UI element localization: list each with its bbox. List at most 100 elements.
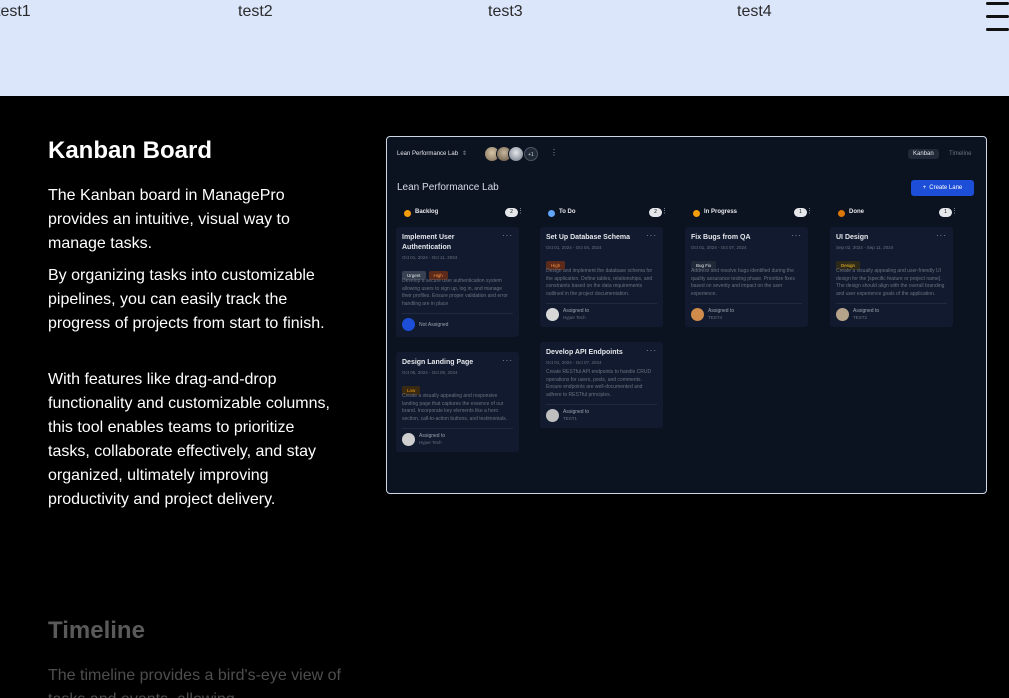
create-lane-button[interactable]: + Create Lane <box>911 180 974 196</box>
task-description: Create a visually appealing and user-fri… <box>836 268 945 297</box>
timeline-paragraph: The timeline provides a bird's-eye view … <box>48 667 341 698</box>
top-nav: test1 test2 test3 test4 <box>0 0 1009 96</box>
task-description: Design and implement the database schema… <box>546 268 653 297</box>
task-date-range: Oct 01, 2024 - Oct 07, 2024 <box>546 360 602 365</box>
assignee-label: Not Assigned <box>419 322 449 328</box>
assignee-name: Hyper Tech <box>419 440 442 445</box>
task-tags: Low <box>402 379 513 395</box>
lane-done: Done 1 ⋮ UI Design ··· Sep 02, 2024 - Sep 11,… <box>830 205 970 487</box>
assignee-name: TEST2 <box>853 315 868 320</box>
task-title: Set Up Database Schema <box>546 234 631 241</box>
tab-kanban[interactable]: Kanban <box>908 149 939 159</box>
project-selector-label: Lean Performance Lab <box>397 151 459 157</box>
lane-header: Done 1 ⋮ <box>838 208 958 220</box>
lane-to-do: To Do 2 ⋮ Set Up Database Schema ··· Oct 01, … <box>540 205 680 487</box>
task-tags: Design <box>836 254 947 270</box>
task-card[interactable]: UI Design ··· Sep 02, 2024 - Sep 11, 2024 D… <box>830 227 953 327</box>
task-assignee: Not Assigned <box>402 313 513 331</box>
more-horizontal-icon[interactable]: ··· <box>791 231 802 240</box>
lane-status-icon <box>404 210 411 217</box>
task-assignee: Assigned to Hyper Tech <box>546 303 657 321</box>
task-title: Design Landing Page <box>402 359 474 366</box>
section-title-timeline: Timeline <box>48 617 145 644</box>
chevron-icon: ⇕ <box>462 151 468 157</box>
project-selector[interactable]: Lean Performance Lab ⇕ <box>397 150 467 157</box>
task-assignee: Assigned to TEST2 <box>836 303 947 321</box>
avatar <box>546 308 559 321</box>
lane-name: Backlog <box>415 209 439 215</box>
task-card[interactable]: Design Landing Page ··· Oct 05, 2024 - Oct… <box>396 352 519 452</box>
assignee-name: TEST1 <box>563 416 578 421</box>
assignee-label: Assigned to <box>563 308 590 314</box>
lane-menu-icon[interactable]: ⋮ <box>806 207 813 215</box>
avatar <box>836 308 849 321</box>
plus-icon: + <box>922 185 927 191</box>
nav-link-test1[interactable]: test1 <box>0 3 31 21</box>
assignee-label: Assigned to <box>853 308 880 314</box>
avatar <box>508 146 524 162</box>
more-horizontal-icon[interactable]: ··· <box>646 231 657 240</box>
more-horizontal-icon[interactable]: ··· <box>502 356 513 365</box>
lane-backlog: Backlog 2 ⋮ Implement User Authentication ··… <box>396 205 536 487</box>
lane-status-icon <box>548 210 555 217</box>
avatar <box>546 409 559 422</box>
task-title: Fix Bugs from QA <box>691 234 751 241</box>
more-vertical-icon[interactable]: ⋮ <box>550 148 558 157</box>
assignee-name: TEST4 <box>708 315 723 320</box>
nav-link-test4[interactable]: test4 <box>737 3 772 21</box>
task-date-range: Oct 01, 2024 - Oct 07, 2024 <box>691 245 747 250</box>
lane-menu-icon[interactable]: ⋮ <box>951 207 958 215</box>
board-header: Lean Performance Lab ⇕ +1 ⋮ Kanban Timeli… <box>387 137 986 171</box>
avatar <box>402 433 415 446</box>
task-card[interactable]: Develop API Endpoints ··· Oct 01, 2024 - O… <box>540 342 663 428</box>
avatar <box>691 308 704 321</box>
task-assignee: Assigned to TEST4 <box>691 303 802 321</box>
task-date-range: Oct 01, 2024 - Oct 11, 2024 <box>402 255 458 260</box>
nav-link-test2[interactable]: test2 <box>238 3 273 21</box>
assignee-label: Assigned to <box>563 409 590 415</box>
lane-header: Backlog 2 ⋮ <box>404 208 524 220</box>
task-date-range: Oct 01, 2024 - Oct 04, 2024 <box>546 245 602 250</box>
more-horizontal-icon[interactable]: ··· <box>502 231 513 240</box>
lane-name: Done <box>849 209 864 215</box>
task-tags: High <box>546 254 657 270</box>
task-tags: Bug Fix <box>691 254 802 270</box>
create-lane-label: Create Lane <box>929 185 963 191</box>
task-title: Develop API Endpoints <box>546 349 623 356</box>
section-title-kanban: Kanban Board <box>48 137 213 164</box>
kanban-paragraph-1: The Kanban board in ManagePro provides a… <box>48 187 290 252</box>
task-date-range: Sep 02, 2024 - Sep 11, 2024 <box>836 245 894 250</box>
more-horizontal-icon[interactable]: ··· <box>936 231 947 240</box>
task-description: Develop a secure user authentication sys… <box>402 278 508 307</box>
assignee-name: Hyper Tech <box>563 315 586 320</box>
task-assignee: Assigned to Hyper Tech <box>402 428 513 446</box>
task-card[interactable]: Fix Bugs from QA ··· Oct 01, 2024 - Oct 07… <box>685 227 808 327</box>
lane-menu-icon[interactable]: ⋮ <box>661 207 668 215</box>
lane-name: In Progress <box>704 209 738 215</box>
task-title: Implement User Authentication <box>402 234 455 251</box>
lane-status-icon <box>838 210 845 217</box>
board-title: Lean Performance Lab <box>397 182 499 193</box>
assignee-label: Assigned to <box>708 308 735 314</box>
task-card[interactable]: Set Up Database Schema ··· Oct 01, 2024 - … <box>540 227 663 327</box>
task-card[interactable]: Implement User Authentication ··· Oct 01, … <box>396 227 519 337</box>
task-description: Create a visually appealing and responsi… <box>402 393 508 422</box>
lane-header: In Progress 1 ⋮ <box>693 208 813 220</box>
nav-link-test3[interactable]: test3 <box>488 3 523 21</box>
lane-menu-icon[interactable]: ⋮ <box>517 207 524 215</box>
kanban-paragraph-3: With features like drag-and-drop functio… <box>48 371 330 508</box>
task-assignee: Assigned to TEST1 <box>546 404 657 422</box>
assignee-label: Assigned to <box>419 433 446 439</box>
lane-header: To Do 2 ⋮ <box>548 208 668 220</box>
avatar <box>402 318 415 331</box>
lane-in-progress: In Progress 1 ⋮ Fix Bugs from QA ··· Oct 01, … <box>685 205 825 487</box>
task-description: Address and resolve bugs identified duri… <box>691 268 795 297</box>
task-title: UI Design <box>836 234 869 241</box>
task-date-range: Oct 05, 2024 - Oct 09, 2024 <box>402 370 458 375</box>
task-description: Create RESTful API endpoints to handle C… <box>546 369 652 398</box>
tab-timeline[interactable]: Timeline <box>944 149 976 159</box>
kanban-screenshot: Lean Performance Lab ⇕ +1 ⋮ Kanban Timeli… <box>386 136 987 494</box>
menu-icon[interactable] <box>986 0 1009 34</box>
more-horizontal-icon[interactable]: ··· <box>646 346 657 355</box>
task-tags: Urgent High <box>402 264 513 280</box>
